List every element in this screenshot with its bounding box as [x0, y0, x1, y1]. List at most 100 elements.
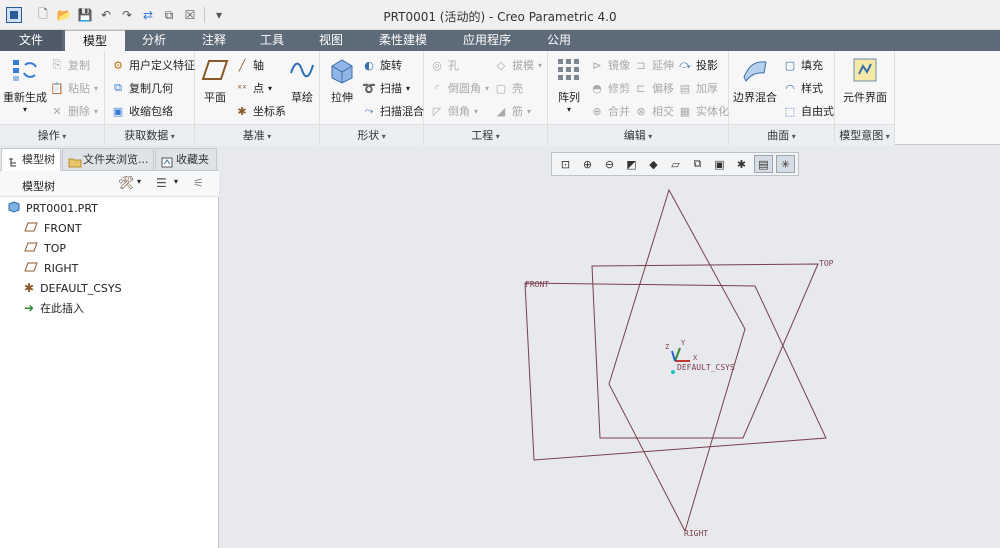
group-label-shapes[interactable]: 形状 — [320, 127, 423, 143]
shrinkwrap-icon: ▣ — [112, 104, 124, 118]
zoom-out-icon[interactable]: ⊖ — [600, 155, 619, 173]
extend-button[interactable]: ⊐ 延伸 — [634, 55, 674, 75]
fill-button[interactable]: ▢ 填充 — [783, 55, 823, 75]
point-button[interactable]: ˣˣ 点 ▾ — [235, 78, 272, 98]
solidify-button[interactable]: ▦ 实体化 — [678, 101, 729, 121]
extrude-button[interactable]: 拉伸 — [326, 55, 358, 105]
top-label[interactable]: TOP — [819, 259, 834, 268]
tree-settings-dropdown-icon[interactable]: ▾ — [137, 177, 141, 186]
chamfer-dropdown-icon[interactable]: ▾ — [474, 107, 478, 116]
style-button[interactable]: ◠ 样式 — [783, 78, 823, 98]
front-plane — [524, 282, 827, 461]
group-label-editing[interactable]: 编辑 — [548, 127, 728, 143]
tree-node-front[interactable]: FRONT — [24, 219, 82, 237]
tree-node-right[interactable]: RIGHT — [24, 259, 78, 277]
regenerate-button[interactable]: 重新生成 ▾ — [3, 55, 47, 114]
tab-favorites[interactable]: 收藏夹 — [155, 148, 217, 170]
view-manager-icon[interactable]: ⧉ — [688, 155, 707, 173]
right-label[interactable]: RIGHT — [684, 529, 708, 538]
saved-orientations-icon[interactable]: ▱ — [666, 155, 685, 173]
spin-center-icon[interactable]: ✳ — [776, 155, 795, 173]
paste-dropdown-icon[interactable]: ▾ — [94, 84, 98, 93]
tab-annotate[interactable]: 注释 — [188, 30, 240, 51]
tab-view[interactable]: 视图 — [305, 30, 357, 51]
datum-display-filters-icon[interactable]: ✱ — [732, 155, 751, 173]
copy-geometry-button[interactable]: ⧉ 复制几何 — [111, 78, 173, 98]
pattern-button[interactable]: 阵列 ▾ — [552, 55, 586, 114]
round-dropdown-icon[interactable]: ▾ — [485, 84, 489, 93]
draft-dropdown-icon[interactable]: ▾ — [538, 61, 542, 70]
graphics-window[interactable]: FRONT TOP RIGHT DEFAULT_CSYS X Y Z — [220, 146, 1000, 548]
tab-file[interactable]: 文件 — [0, 30, 62, 51]
component-interface-button[interactable]: 元件界面 — [839, 55, 891, 105]
tab-folder-browser[interactable]: 文件夹浏览... — [62, 148, 154, 170]
rib-button[interactable]: ◢ 筋 ▾ — [494, 101, 531, 121]
sketch-button[interactable]: 草绘 — [287, 55, 317, 105]
regenerate-dropdown-icon[interactable]: ▾ — [3, 105, 47, 114]
tab-common[interactable]: 公用 — [533, 30, 585, 51]
tree-node-top[interactable]: TOP — [24, 239, 66, 257]
trim-button[interactable]: ◓ 修剪 — [590, 78, 630, 98]
thicken-button[interactable]: ▤ 加厚 — [678, 78, 718, 98]
tree-node-default-csys[interactable]: ✱ DEFAULT_CSYS — [24, 279, 122, 297]
sweep-dropdown-icon[interactable]: ▾ — [406, 84, 410, 93]
group-label-datum[interactable]: 基准 — [195, 127, 319, 143]
mirror-button[interactable]: ⊳ 镜像 — [590, 55, 630, 75]
point-dropdown-icon[interactable]: ▾ — [268, 84, 272, 93]
tree-node-insert-here[interactable]: ➜ 在此插入 — [24, 299, 84, 317]
offset-button[interactable]: ⊏ 偏移 — [634, 78, 674, 98]
tab-tools[interactable]: 工具 — [246, 30, 298, 51]
zoom-in-icon[interactable]: ⊕ — [578, 155, 597, 173]
tab-analysis[interactable]: 分析 — [128, 30, 180, 51]
tab-model-tree[interactable]: 模型树 — [1, 148, 61, 171]
chamfer-button[interactable]: ◸ 倒角 ▾ — [430, 101, 478, 121]
display-style-icon[interactable]: ◆ — [644, 155, 663, 173]
delete-button[interactable]: ✕ 删除 ▾ — [50, 101, 98, 121]
freestyle-button[interactable]: ⬚ 自由式 — [783, 101, 834, 121]
refit-icon[interactable]: ⊡ — [556, 155, 575, 173]
repaint-icon[interactable]: ◩ — [622, 155, 641, 173]
group-label-get-data[interactable]: 获取数据 — [105, 127, 194, 143]
plane-button[interactable]: 平面 — [199, 55, 231, 105]
csys-label[interactable]: DEFAULT_CSYS — [677, 363, 735, 372]
tree-filter-icon[interactable]: ⚟ — [193, 176, 204, 190]
group-label-surfaces[interactable]: 曲面 — [729, 127, 834, 143]
group-label-operations[interactable]: 操作 — [0, 127, 104, 143]
tab-applications[interactable]: 应用程序 — [448, 30, 526, 51]
paste-button[interactable]: 📋 粘贴 ▾ — [50, 78, 98, 98]
sweep-button[interactable]: ➰ 扫描 ▾ — [362, 78, 410, 98]
model-tree-title: 模型树 — [22, 180, 55, 193]
project-button[interactable]: ⤼ 投影 — [678, 55, 718, 75]
pattern-dropdown-icon[interactable]: ▾ — [552, 105, 586, 114]
tree-node-part[interactable]: PRT0001.PRT — [8, 199, 98, 217]
tab-flexible-modeling[interactable]: 柔性建模 — [364, 30, 442, 51]
merge-button[interactable]: ⊕ 合并 — [590, 101, 630, 121]
shell-icon: ▢ — [495, 81, 507, 95]
show-dropdown-icon[interactable]: ▾ — [174, 177, 178, 186]
rib-dropdown-icon[interactable]: ▾ — [527, 107, 531, 116]
intersect-button[interactable]: ⊗ 相交 — [634, 101, 674, 121]
tab-model[interactable]: 模型 — [65, 30, 125, 51]
group-get-data: ⚙ 用户定义特征 ⧉ 复制几何 ▣ 收缩包络 获取数据 — [105, 51, 195, 145]
boundary-blend-button[interactable]: 边界混合 — [733, 55, 777, 105]
round-button[interactable]: ◜ 倒圆角 ▾ — [430, 78, 489, 98]
axis-button[interactable]: ╱ 轴 — [235, 55, 264, 75]
hole-button[interactable]: ◎ 孔 — [430, 55, 459, 75]
draft-button[interactable]: ◇ 拔模 ▾ — [494, 55, 542, 75]
copy-button[interactable]: ⎘ 复制 — [50, 55, 90, 75]
shell-button[interactable]: ▢ 壳 — [494, 78, 523, 98]
perspective-view-icon[interactable]: ▣ — [710, 155, 729, 173]
front-label[interactable]: FRONT — [525, 280, 549, 289]
delete-dropdown-icon[interactable]: ▾ — [94, 107, 98, 116]
swept-blend-icon: ⤳ — [364, 104, 374, 117]
revolve-button[interactable]: ◐ 旋转 — [362, 55, 402, 75]
annotation-display-icon[interactable]: ▤ — [754, 155, 773, 173]
udf-button[interactable]: ⚙ 用户定义特征 — [111, 55, 195, 75]
tree-settings-icon[interactable]: 🛠 — [118, 176, 135, 191]
csys-button[interactable]: ✱ 坐标系 — [235, 101, 286, 121]
group-label-engineering[interactable]: 工程 — [424, 127, 547, 143]
group-label-model-intent[interactable]: 模型意图 — [835, 127, 894, 143]
shrinkwrap-button[interactable]: ▣ 收缩包络 — [111, 101, 173, 121]
swept-blend-button[interactable]: ⤳ 扫描混合 — [362, 101, 424, 121]
show-filters-icon[interactable]: ☰ — [156, 176, 167, 190]
